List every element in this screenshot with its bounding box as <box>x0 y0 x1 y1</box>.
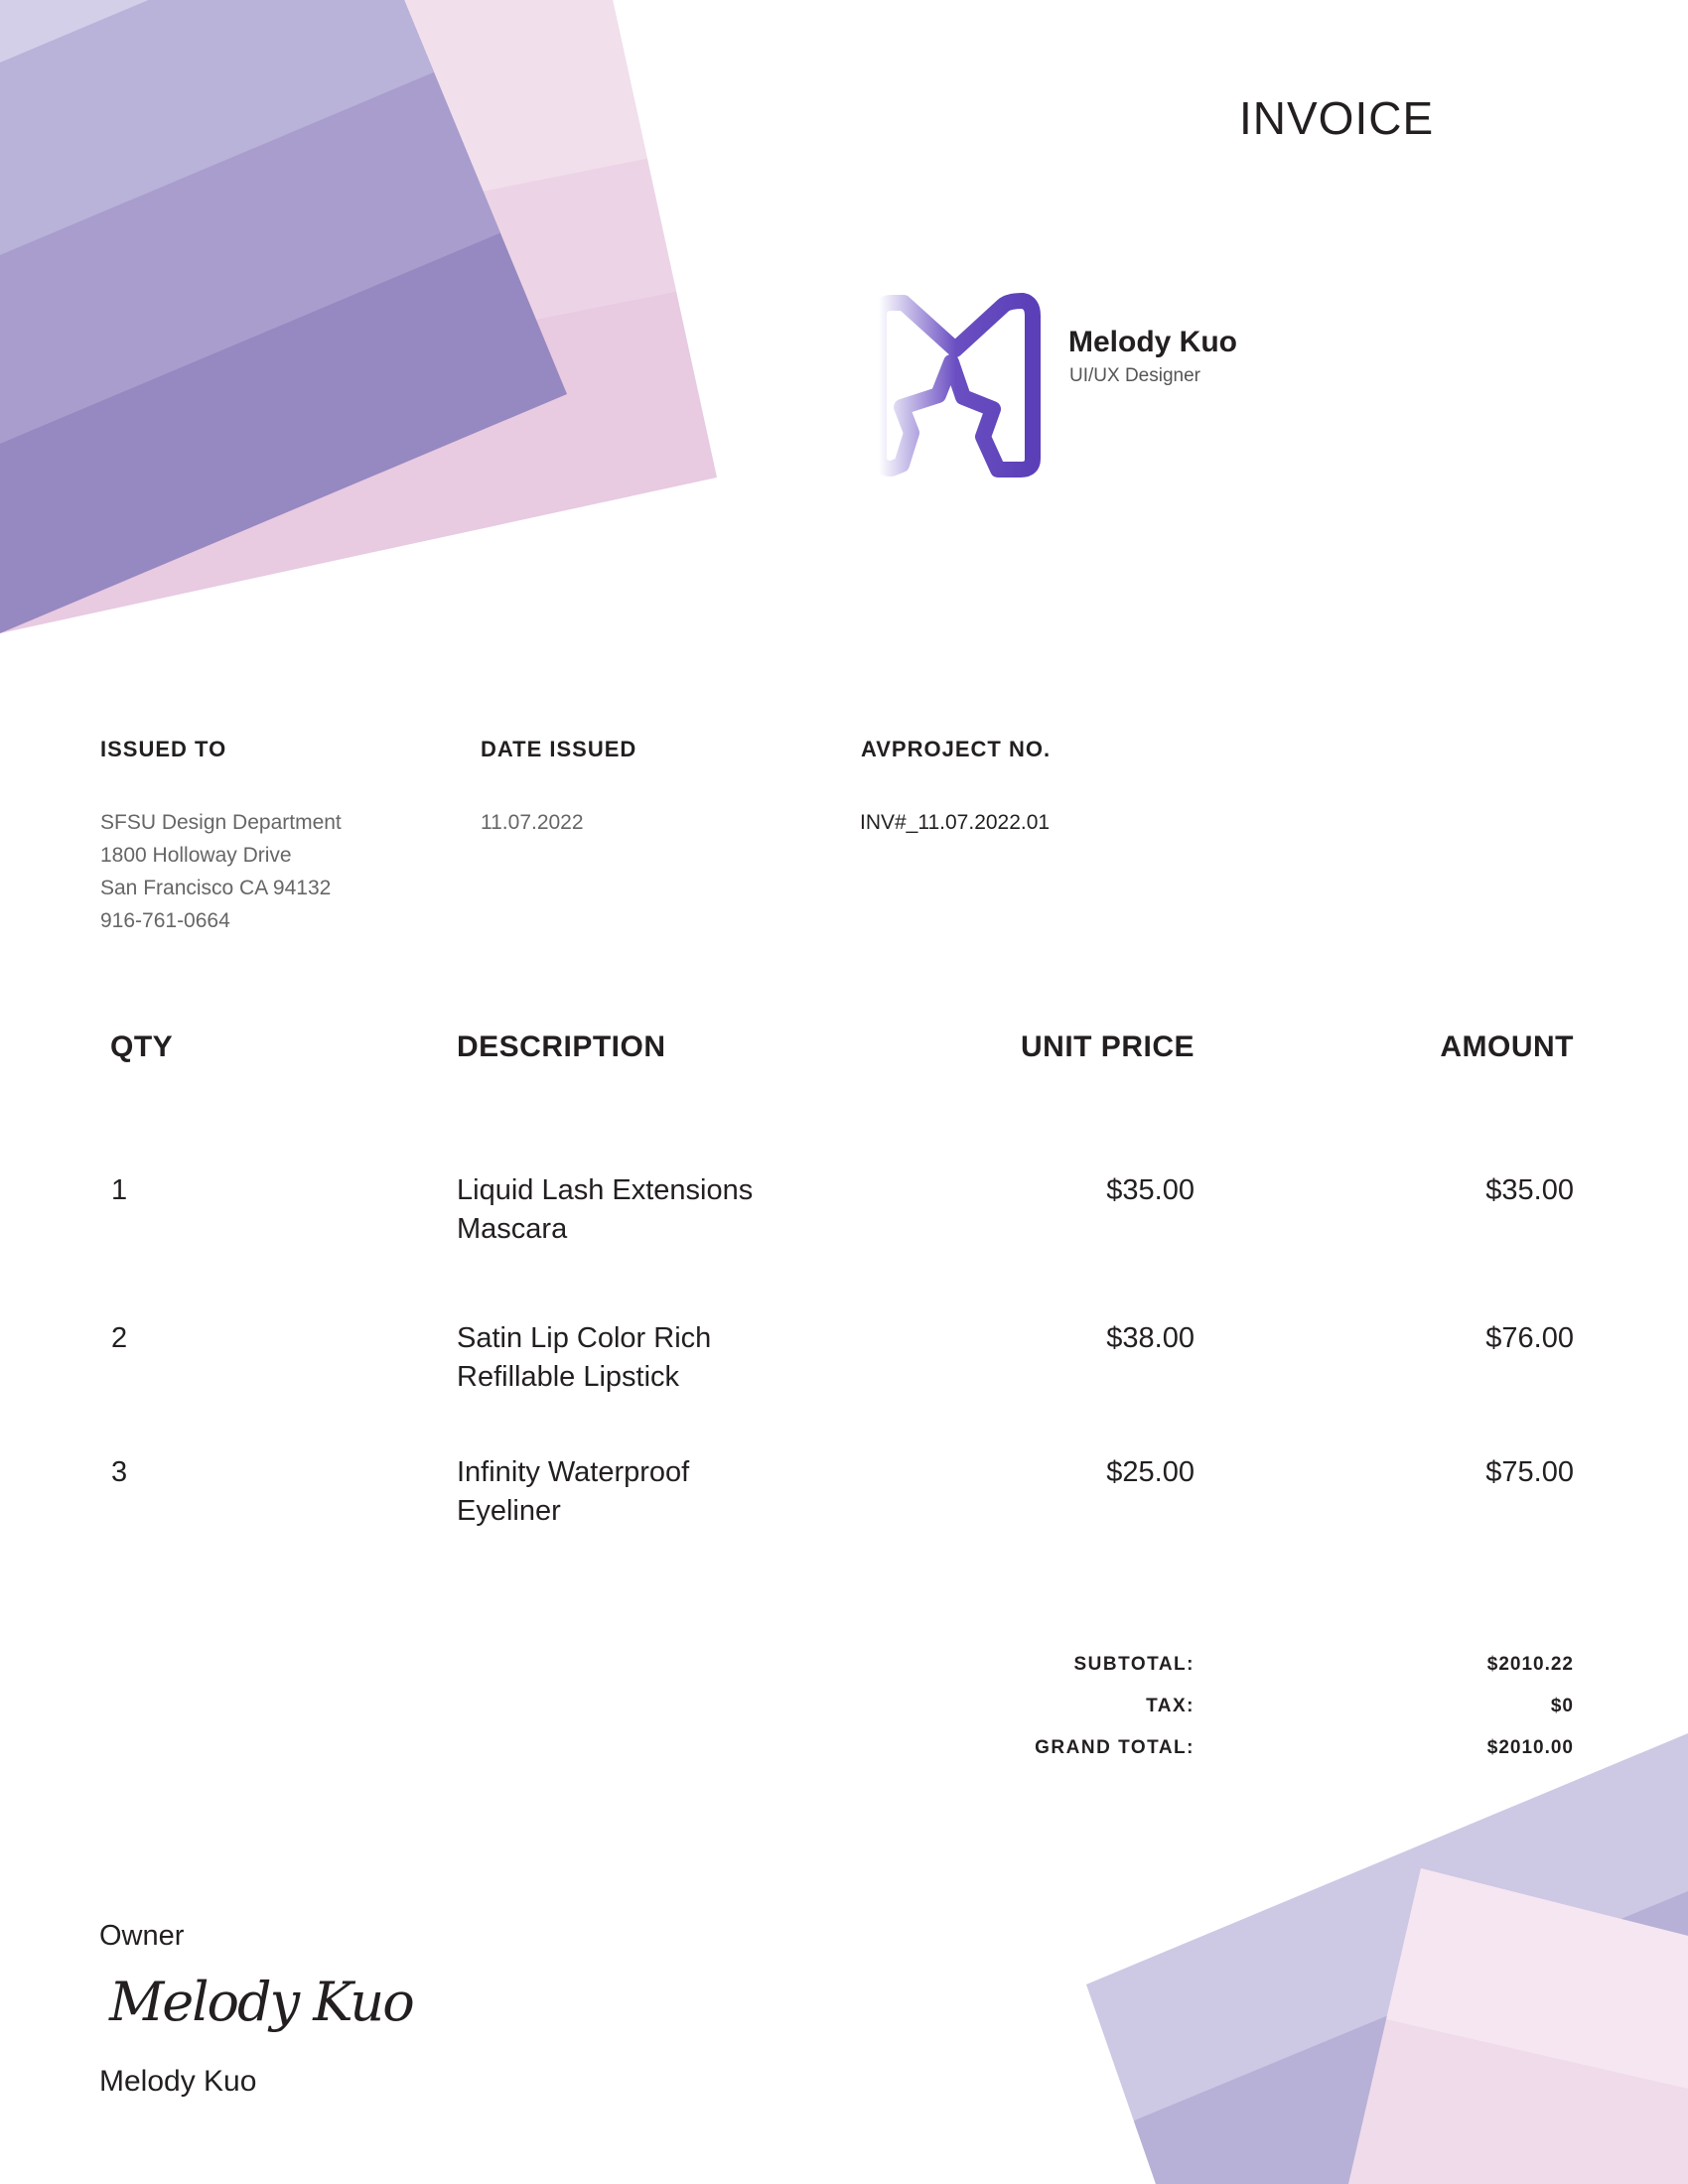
description-line: Infinity Waterproof <box>457 1456 690 1488</box>
grand-total-value: $2010.00 <box>1486 1737 1574 1758</box>
row-amount: $35.00 <box>1485 1174 1574 1206</box>
tax-value: $0 <box>1550 1696 1574 1716</box>
header-amount: AMOUNT <box>1440 1030 1574 1063</box>
invoice-title: INVOICE <box>1239 92 1435 144</box>
issued-to-address: SFSU Design Department 1800 Holloway Dri… <box>100 806 342 937</box>
description-line: Satin Lip Color Rich <box>457 1322 712 1354</box>
row-unit-price: $25.00 <box>1106 1456 1195 1488</box>
decorative-background <box>0 0 1688 2184</box>
row-qty: 1 <box>111 1174 128 1206</box>
brand-name: Melody Kuo <box>1068 326 1237 358</box>
description-line: Eyeliner <box>457 1495 561 1527</box>
row-description: Liquid Lash Extensions Mascara <box>457 1171 753 1249</box>
header-unit-price: UNIT PRICE <box>1020 1030 1195 1063</box>
project-no-value: INV#_11.07.2022.01 <box>860 811 1051 834</box>
description-line: Refillable Lipstick <box>457 1361 680 1393</box>
brand-role: UI/UX Designer <box>1069 365 1200 386</box>
subtotal-value: $2010.22 <box>1486 1654 1574 1675</box>
description-line: Mascara <box>457 1213 568 1245</box>
row-amount: $76.00 <box>1485 1322 1574 1354</box>
header-qty: QTY <box>110 1030 174 1063</box>
subtotal-label: SUBTOTAL: <box>1073 1654 1195 1675</box>
row-unit-price: $38.00 <box>1106 1322 1195 1354</box>
address-line: 1800 Holloway Drive <box>100 844 292 867</box>
row-unit-price: $35.00 <box>1106 1174 1195 1206</box>
date-issued-label: DATE ISSUED <box>481 737 637 761</box>
issued-to-label: ISSUED TO <box>100 737 227 761</box>
address-line: San Francisco CA 94132 <box>100 877 332 899</box>
signer-role: Owner <box>99 1920 185 1952</box>
grand-total-label: GRAND TOTAL: <box>1035 1737 1195 1758</box>
row-qty: 3 <box>111 1456 128 1488</box>
header-description: DESCRIPTION <box>457 1030 666 1063</box>
signer-name: Melody Kuo <box>99 2065 257 2098</box>
row-description: Infinity Waterproof Eyeliner <box>457 1453 689 1531</box>
address-line: 916-761-0664 <box>100 909 230 932</box>
description-line: Liquid Lash Extensions <box>457 1174 754 1206</box>
address-line: SFSU Design Department <box>100 811 342 834</box>
date-issued-value: 11.07.2022 <box>481 811 584 834</box>
logo-icon <box>871 293 1041 478</box>
row-amount: $75.00 <box>1485 1456 1574 1488</box>
row-description: Satin Lip Color Rich Refillable Lipstick <box>457 1319 711 1397</box>
tax-label: TAX: <box>1146 1696 1195 1716</box>
row-qty: 2 <box>111 1322 128 1354</box>
project-no-label: AVPROJECT NO. <box>861 737 1052 761</box>
signature: Melody Kuo <box>109 1971 415 2033</box>
